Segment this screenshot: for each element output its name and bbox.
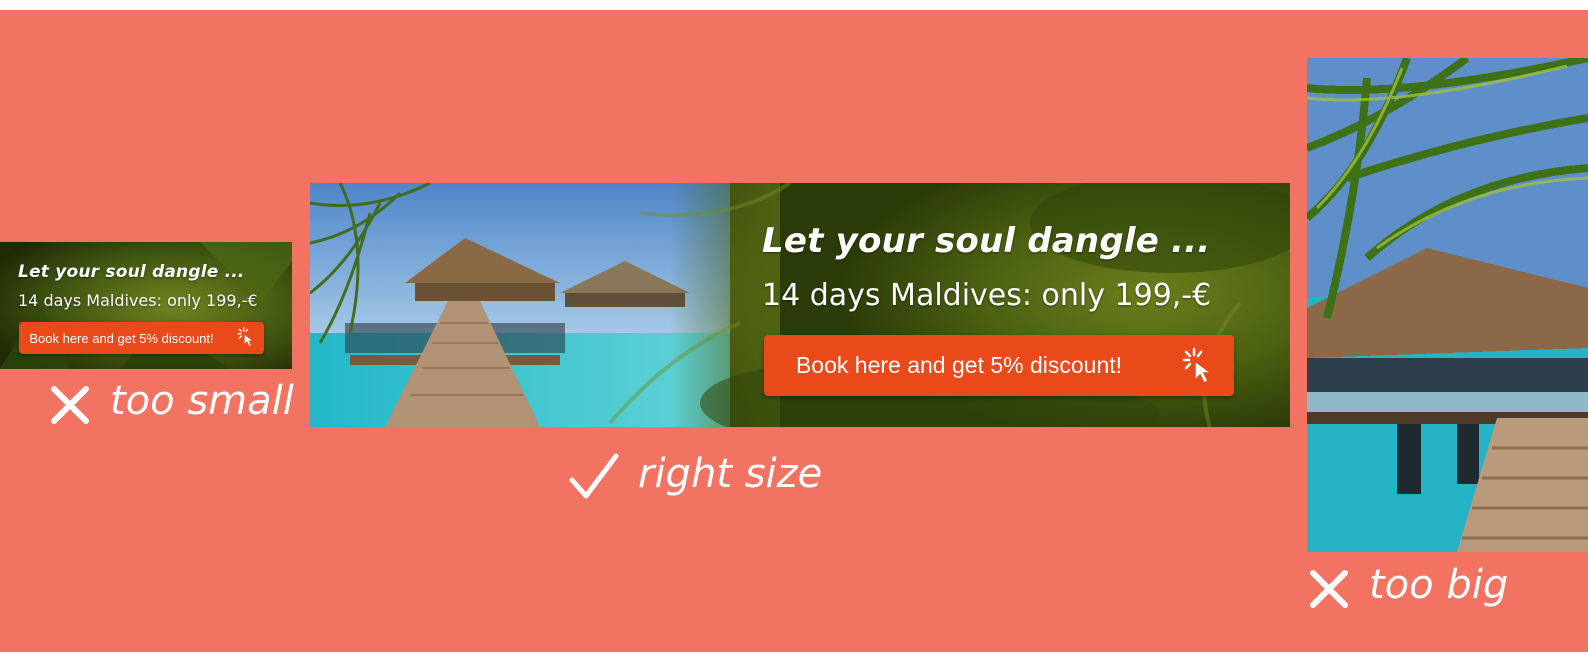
caption-too-big: too big (1307, 562, 1508, 611)
check-icon (568, 450, 620, 502)
banner-subline: 14 days Maldives: only 199,-€ (762, 278, 1212, 313)
caption-text: right size (638, 451, 823, 497)
banner-subline: 14 days Maldives: only 199,-€ (18, 291, 258, 310)
comparison-stage: Let your soul dangle ... 14 days Maldive… (0, 10, 1588, 652)
click-cursor-icon (1182, 347, 1214, 385)
book-button[interactable]: Book here and get 5% discount! (19, 322, 264, 354)
cross-icon (1307, 564, 1351, 611)
banner-too-big (1307, 58, 1588, 552)
cross-icon (48, 380, 92, 427)
click-cursor-icon (237, 326, 255, 347)
banner-right-size: Let your soul dangle ... 14 days Maldive… (310, 183, 1290, 427)
banner-headline: Let your soul dangle ... (18, 262, 245, 282)
caption-right-size: right size (568, 450, 822, 502)
book-button-label: Book here and get 5% discount! (29, 330, 214, 346)
book-button-label: Book here and get 5% discount! (795, 352, 1123, 378)
banner-headline: Let your soul dangle ... (762, 221, 1211, 261)
caption-too-small: too small (48, 378, 294, 427)
banner-too-small: Let your soul dangle ... 14 days Maldive… (0, 242, 292, 369)
book-button[interactable]: Book here and get 5% discount! (764, 335, 1234, 396)
caption-text: too small (110, 378, 294, 424)
banner-background-image (1307, 58, 1588, 552)
caption-text: too big (1369, 562, 1509, 608)
